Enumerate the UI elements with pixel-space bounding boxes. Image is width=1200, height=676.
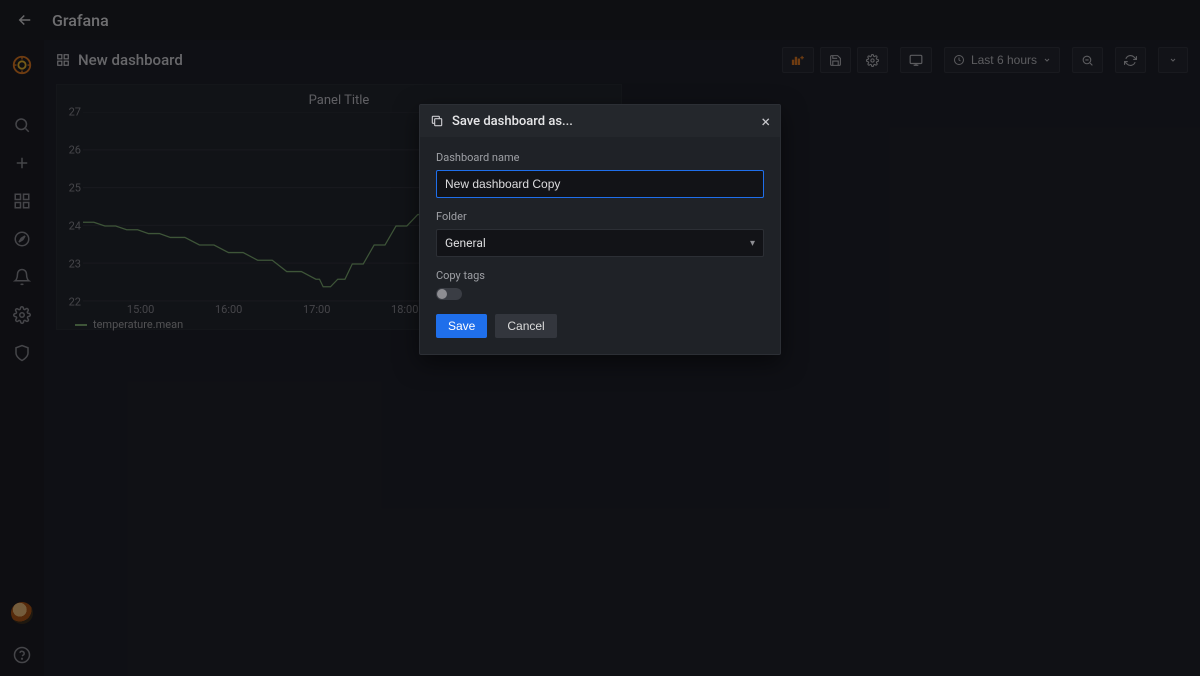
modal-actions: Save Cancel <box>436 314 764 338</box>
modal-body: Dashboard name Folder General ▾ Copy tag… <box>420 137 780 354</box>
folder-select[interactable]: General ▾ <box>436 229 764 257</box>
folder-label: Folder <box>436 210 764 223</box>
copy-tags-toggle[interactable] <box>436 288 462 300</box>
cancel-button[interactable]: Cancel <box>495 314 556 338</box>
chevron-down-icon: ▾ <box>750 238 755 249</box>
modal-header: Save dashboard as... × <box>420 105 780 137</box>
copy-tags-label: Copy tags <box>436 269 764 282</box>
folder-select-value: General <box>445 236 486 250</box>
save-dashboard-modal: Save dashboard as... × Dashboard name Fo… <box>419 104 781 355</box>
dashboard-name-input[interactable] <box>436 170 764 198</box>
modal-title: Save dashboard as... <box>452 114 573 129</box>
save-button[interactable]: Save <box>436 314 487 338</box>
dashboard-name-label: Dashboard name <box>436 151 764 164</box>
close-icon[interactable]: × <box>761 112 770 131</box>
save-copy-icon <box>430 114 444 128</box>
